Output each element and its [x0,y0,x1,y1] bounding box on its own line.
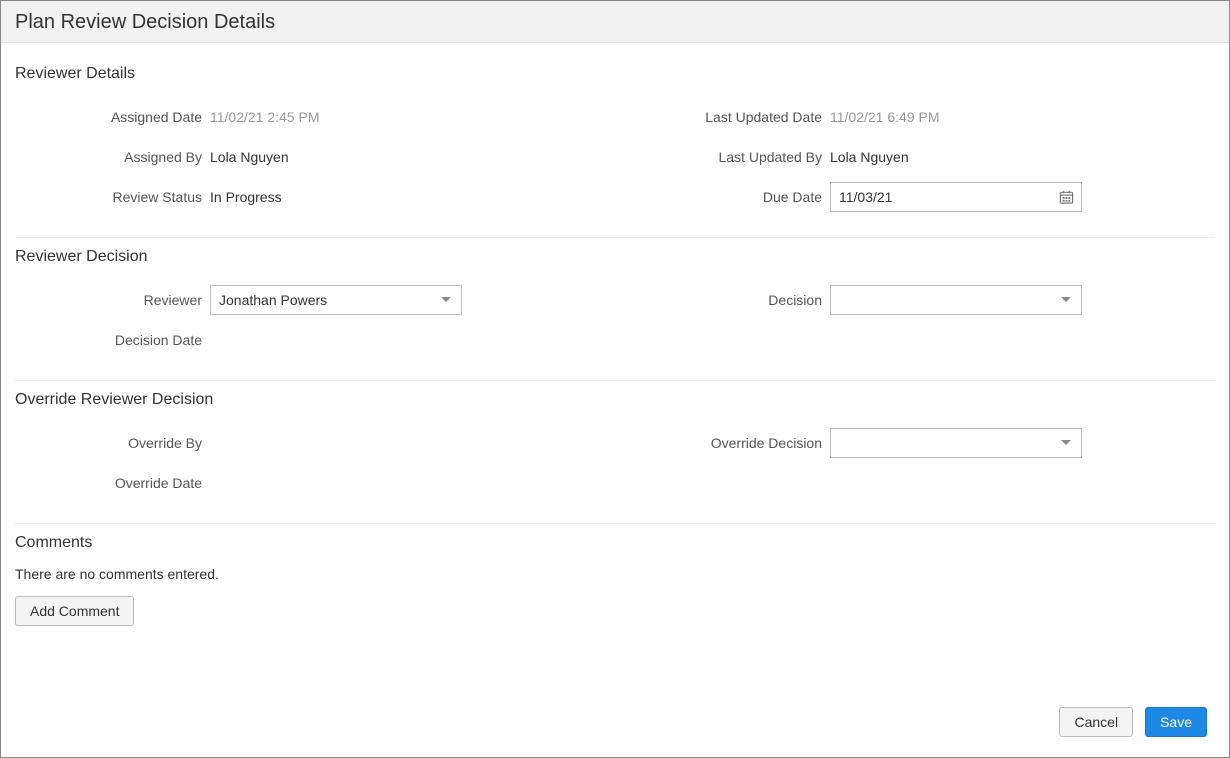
override-date-label: Override Date [15,475,210,491]
override-decision-row: Override Decision [635,423,1215,463]
review-status-row: Review Status In Progress [15,177,595,217]
override-by-label: Override By [15,435,210,451]
add-comment-button[interactable]: Add Comment [15,596,134,626]
reviewer-select[interactable]: Jonathan Powers [210,285,462,315]
decision-label: Decision [635,292,830,308]
cancel-button[interactable]: Cancel [1059,707,1133,737]
due-date-label: Due Date [635,189,830,205]
chevron-down-icon [1061,440,1071,446]
override-decision-select[interactable] [830,428,1082,458]
page-title: Plan Review Decision Details [1,1,1229,43]
assigned-date-value: 11/02/21 2:45 PM [210,109,319,125]
decision-row: Decision [635,280,1215,320]
reviewer-details-title: Reviewer Details [15,65,1215,83]
due-date-row: Due Date [635,177,1215,217]
reviewer-label: Reviewer [15,292,210,308]
due-date-input-wrapper[interactable] [830,182,1082,212]
override-by-row: Override By [15,423,595,463]
last-updated-by-value: Lola Nguyen [830,149,909,165]
reviewer-decision-title: Reviewer Decision [15,248,1215,266]
dialog-window: Plan Review Decision Details Reviewer De… [0,0,1230,758]
review-status-label: Review Status [15,189,210,205]
assigned-by-row: Assigned By Lola Nguyen [15,137,595,177]
review-status-value: In Progress [210,189,282,205]
last-updated-date-value: 11/02/21 6:49 PM [830,109,939,125]
reviewer-details-section: Reviewer Details Assigned Date 11/02/21 … [15,55,1215,238]
reviewer-decision-section: Reviewer Decision Reviewer Jonathan Powe… [15,238,1215,381]
no-comments-text: There are no comments entered. [15,566,1215,582]
last-updated-date-row: Last Updated Date 11/02/21 6:49 PM [635,97,1215,137]
chevron-down-icon [1061,297,1071,303]
last-updated-date-label: Last Updated Date [635,109,830,125]
override-date-row: Override Date [15,463,595,503]
override-title: Override Reviewer Decision [15,391,1215,409]
override-section: Override Reviewer Decision Override By O… [15,381,1215,524]
footer-actions: Cancel Save [1,695,1229,757]
due-date-input[interactable] [830,182,1082,212]
assigned-date-label: Assigned Date [15,109,210,125]
override-decision-label: Override Decision [635,435,830,451]
reviewer-row: Reviewer Jonathan Powers [15,280,595,320]
assigned-by-label: Assigned By [15,149,210,165]
chevron-down-icon [441,297,451,303]
decision-date-row: Decision Date [15,320,595,360]
assigned-date-row: Assigned Date 11/02/21 2:45 PM [15,97,595,137]
decision-select[interactable] [830,285,1082,315]
reviewer-select-value: Jonathan Powers [219,292,327,308]
save-button[interactable]: Save [1145,707,1207,737]
last-updated-by-row: Last Updated By Lola Nguyen [635,137,1215,177]
decision-date-label: Decision Date [15,332,210,348]
assigned-by-value: Lola Nguyen [210,149,289,165]
comments-title: Comments [15,534,1215,552]
content-area: Reviewer Details Assigned Date 11/02/21 … [1,43,1229,695]
comments-section: Comments There are no comments entered. … [15,524,1215,626]
last-updated-by-label: Last Updated By [635,149,830,165]
